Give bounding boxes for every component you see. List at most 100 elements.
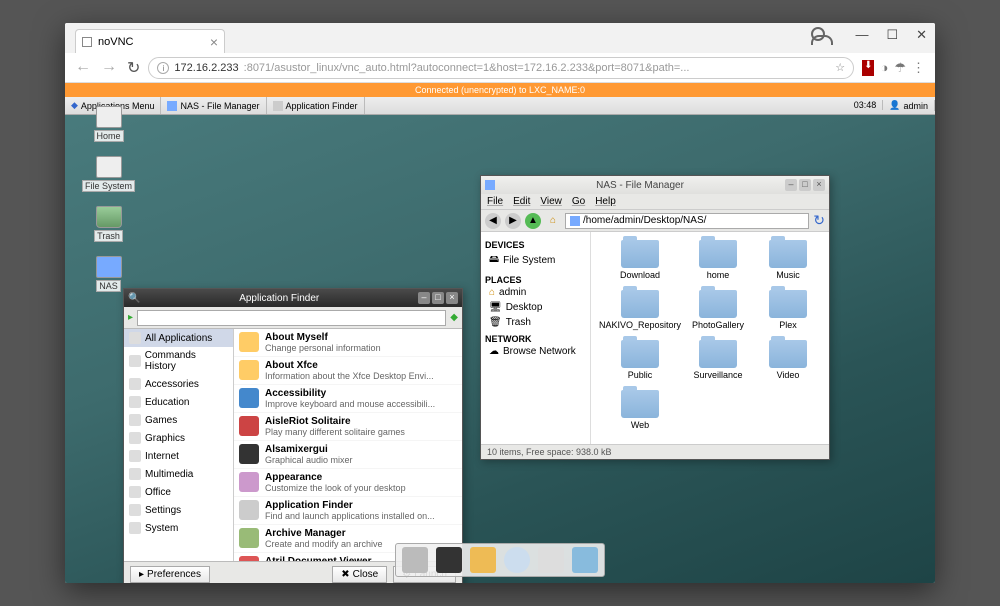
url-path: :8071/asustor_linux/vnc_auto.html?autoco… (244, 62, 690, 74)
fm-fwd[interactable]: ▶ (505, 213, 521, 229)
af-min[interactable]: – (418, 292, 430, 304)
fm-folder[interactable]: Web (599, 390, 681, 430)
desktop-icon-filesystem[interactable]: File System (82, 156, 135, 192)
maximize-button[interactable]: ☐ (886, 27, 898, 43)
af-app-item[interactable]: AppearanceCustomize the look of your des… (234, 469, 462, 497)
bookmark-icon[interactable]: ☆ (835, 61, 845, 74)
af-category[interactable]: Education (124, 393, 233, 411)
taskbar-task-1[interactable]: Application Finder (267, 97, 365, 114)
fm-back[interactable]: ◀ (485, 213, 501, 229)
fm-folder[interactable]: PhotoGallery (685, 290, 751, 330)
fm-close[interactable]: × (813, 179, 825, 191)
extension-icon-1[interactable]: ⬇ (862, 60, 874, 76)
menu-icon[interactable]: ⋮ (912, 60, 925, 76)
desktop-icon-home[interactable]: Home (82, 106, 135, 142)
af-max[interactable]: □ (432, 292, 444, 304)
fm-path-field[interactable]: /home/admin/Desktop/NAS/ (565, 213, 809, 229)
fm-menu-item[interactable]: View (540, 196, 562, 207)
clock: 03:48 (848, 100, 884, 110)
dock-item-2[interactable] (470, 547, 496, 573)
extension-icon-3[interactable]: ☂ (894, 60, 906, 76)
fm-menu-item[interactable]: Edit (513, 196, 530, 207)
af-search-input[interactable] (137, 310, 446, 326)
fm-min[interactable]: – (785, 179, 797, 191)
fm-menu-item[interactable]: File (487, 196, 503, 207)
connection-banner: Connected (unencrypted) to LXC_NAME:0 (65, 83, 935, 97)
desktop-icon-trash[interactable]: Trash (82, 206, 135, 242)
fm-side-admin[interactable]: ⌂admin (485, 285, 586, 300)
af-category[interactable]: Games (124, 411, 233, 429)
af-category[interactable]: System (124, 519, 233, 537)
url-field[interactable]: i 172.16.2.233:8071/asustor_linux/vnc_au… (148, 57, 854, 79)
af-app-item[interactable]: Application FinderFind and launch applic… (234, 497, 462, 525)
folder-icon (485, 180, 495, 190)
tab-close-icon[interactable]: × (210, 34, 218, 50)
profile-icon[interactable] (811, 27, 825, 41)
fm-side-filesystem[interactable]: 🖴File System (485, 250, 586, 271)
browser-tab[interactable]: noVNC × (75, 29, 225, 53)
fm-folder[interactable]: Public (599, 340, 681, 380)
desktop-icon-nas[interactable]: NAS (82, 256, 135, 292)
fm-folder[interactable]: Surveillance (685, 340, 751, 380)
file-manager-window: NAS - File Manager –□× File Edit View Go Hel… (480, 175, 830, 460)
fm-refresh[interactable]: ↻ (813, 212, 825, 229)
af-categories: All ApplicationsCommands HistoryAccessor… (124, 329, 234, 561)
fm-folder[interactable]: Music (755, 240, 821, 280)
af-app-item[interactable]: About XfceInformation about the Xfce Des… (234, 357, 462, 385)
fm-max[interactable]: □ (799, 179, 811, 191)
fm-side-desktop[interactable]: 🖥Desktop (485, 300, 586, 315)
fm-sidebar: DEVICES 🖴File System PLACES ⌂admin 🖥Desk… (481, 232, 591, 444)
preferences-button[interactable]: ▸ Preferences (130, 566, 210, 583)
fm-folder-grid: DownloadhomeMusic NAKIVO_RepositoryPhotoG… (591, 232, 829, 444)
fm-home[interactable]: ⌂ (545, 213, 561, 229)
af-app-item[interactable]: About MyselfChange personal information (234, 329, 462, 357)
dock-item-3[interactable] (504, 547, 530, 573)
af-category[interactable]: All Applications (124, 329, 233, 347)
page-icon (82, 37, 92, 47)
fm-folder[interactable]: NAKIVO_Repository (599, 290, 681, 330)
af-category[interactable]: Settings (124, 501, 233, 519)
dock (395, 543, 605, 577)
fm-titlebar[interactable]: NAS - File Manager –□× (481, 176, 829, 194)
back-button[interactable]: ← (75, 58, 91, 78)
fm-folder[interactable]: Video (755, 340, 821, 380)
application-finder-window: 🔍 Application Finder –□× ▸ ◆ All Applica… (123, 288, 463, 583)
af-category[interactable]: Multimedia (124, 465, 233, 483)
fm-folder[interactable]: home (685, 240, 751, 280)
fm-side-trash[interactable]: 🗑Trash (485, 315, 586, 330)
fm-folder[interactable]: Download (599, 240, 681, 280)
af-category[interactable]: Commands History (124, 347, 233, 375)
window-controls: — ☐ ✕ (855, 27, 927, 43)
forward-button[interactable]: → (101, 58, 117, 78)
extension-icon-2[interactable]: ◑ (880, 60, 888, 76)
af-app-item[interactable]: AisleRiot SolitairePlay many different s… (234, 413, 462, 441)
go-icon[interactable]: ◆ (450, 312, 458, 323)
fm-side-network[interactable]: ☁Browse Network (485, 344, 586, 359)
fm-up[interactable]: ▲ (525, 213, 541, 229)
fm-folder[interactable]: Plex (755, 290, 821, 330)
af-app-item[interactable]: AccessibilityImprove keyboard and mouse … (234, 385, 462, 413)
af-category[interactable]: Internet (124, 447, 233, 465)
expand-icon[interactable]: ▸ (128, 312, 133, 323)
af-app-item[interactable]: AlsamixerguiGraphical audio mixer (234, 441, 462, 469)
af-category[interactable]: Accessories (124, 375, 233, 393)
dock-item-5[interactable] (572, 547, 598, 573)
dock-item-0[interactable] (402, 547, 428, 573)
dock-item-1[interactable] (436, 547, 462, 573)
vnc-viewport: Connected (unencrypted) to LXC_NAME:0 ◆ A… (65, 83, 935, 583)
close-button[interactable]: ✖ Close (332, 566, 387, 583)
af-category[interactable]: Office (124, 483, 233, 501)
search-icon: 🔍 (128, 293, 140, 304)
close-button[interactable]: ✕ (916, 27, 927, 43)
af-category[interactable]: Graphics (124, 429, 233, 447)
reload-button[interactable]: ↻ (127, 58, 140, 78)
af-close[interactable]: × (446, 292, 458, 304)
taskbar-task-0[interactable]: NAS - File Manager (161, 97, 266, 114)
user-menu[interactable]: 👤admin (883, 100, 935, 111)
fm-menu-item[interactable]: Help (595, 196, 616, 207)
af-titlebar[interactable]: 🔍 Application Finder –□× (124, 289, 462, 307)
dock-item-4[interactable] (538, 547, 564, 573)
fm-menu-item[interactable]: Go (572, 196, 585, 207)
minimize-button[interactable]: — (855, 27, 868, 43)
info-icon: i (157, 62, 169, 74)
